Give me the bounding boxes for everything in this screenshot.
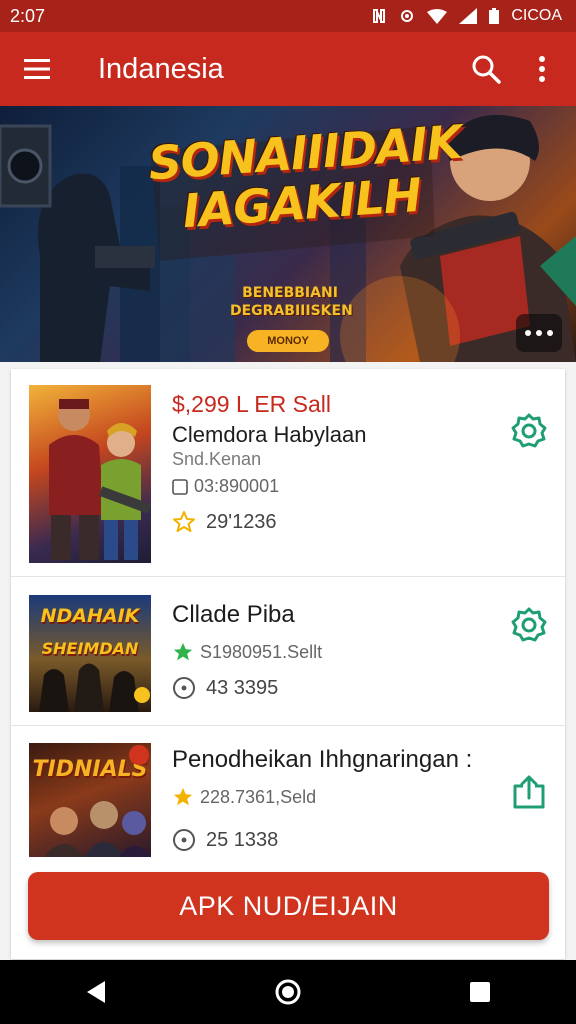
item-title: Cllade Piba: [172, 601, 295, 628]
item-meta-row: 43 3395: [172, 676, 278, 700]
recents-square-icon: [470, 982, 490, 1002]
menu-button[interactable]: [0, 32, 74, 106]
back-button[interactable]: [66, 962, 126, 1022]
settings-icon: [511, 413, 547, 448]
settings-button[interactable]: [509, 605, 549, 645]
home-circle-icon: [275, 979, 301, 1005]
list-item[interactable]: NDAHAIK SHEIMDAN Cllade Piba S1980951.Se…: [11, 577, 565, 726]
item-rating-value: 228.7361,Seld: [200, 786, 317, 807]
settings-icon: [511, 607, 547, 642]
vibrate-icon: [399, 8, 415, 24]
app-thumbnail: TIDNIALS: [29, 743, 151, 857]
share-button[interactable]: [509, 772, 549, 812]
banner-button[interactable]: MONOY: [247, 330, 329, 352]
banner-more-button[interactable]: [516, 314, 562, 352]
status-icons: CICOA: [371, 7, 562, 25]
settings-button[interactable]: [509, 411, 549, 451]
item-title: Clemdora Habylaan: [172, 422, 367, 447]
banner-subtitle: BENEBBIANI DEGRABIIISKEN: [230, 284, 353, 320]
search-icon: [472, 55, 501, 84]
item-price: $,299 L ER Sall: [172, 391, 331, 417]
status-right-text: CICOA: [511, 7, 562, 24]
app-title: Indanesia: [98, 52, 224, 85]
hero-banner[interactable]: SONAIIIDAIK IAGAKILH BENEBBIANI DEGRABII…: [0, 106, 576, 362]
item-rating-value: 29'1236: [206, 510, 277, 533]
banner-subtitle-line2: DEGRABIIISKEN: [230, 303, 353, 319]
checkbox-icon: [172, 478, 188, 495]
star-outline-icon: [173, 511, 195, 532]
share-icon: [513, 775, 545, 809]
nfc-icon: [371, 8, 387, 24]
home-button[interactable]: [258, 962, 318, 1022]
list-item[interactable]: $,299 L ER Sall Clemdora Habylaan Snd.Ke…: [11, 369, 565, 577]
item-subtitle: Snd.Kenan: [172, 449, 262, 469]
item-rating-value: S1980951.Sellt: [200, 641, 323, 662]
star-icon: [173, 787, 193, 806]
clock-icon: [173, 677, 195, 699]
thumbnail-artwork: [49, 399, 151, 560]
dot-icon: [547, 330, 553, 336]
app-thumbnail: [29, 385, 151, 563]
dot-icon: [536, 330, 542, 336]
banner-title: SONAIIIDAIK IAGAKILH: [147, 115, 463, 239]
star-icon: [173, 642, 193, 661]
signal-icon: [459, 8, 478, 24]
app-bar: Indanesia: [0, 32, 576, 106]
item-rating-row: 29'1236: [172, 510, 277, 534]
more-vert-icon: [539, 56, 545, 82]
more-options-button[interactable]: [514, 32, 570, 106]
item-meta-row: 25 1338: [172, 828, 278, 852]
item-meta-value: 03:890001: [194, 476, 280, 496]
status-bar: 2:07 CICOA: [0, 0, 576, 32]
item-title: Penodheikan Ihhgnaringan :: [172, 746, 473, 773]
recents-button[interactable]: [450, 962, 510, 1022]
app-thumbnail: NDAHAIK SHEIMDAN: [29, 595, 151, 712]
clock-icon: [173, 829, 195, 851]
dot-icon: [525, 330, 531, 336]
hamburger-menu-icon: [24, 59, 50, 79]
thumbnail-artwork: [39, 663, 150, 712]
primary-action-button[interactable]: APK NUD/EIJAIN: [28, 872, 549, 940]
item-meta-value: 25 1338: [206, 828, 279, 851]
item-rating-row: 228.7361,Seld: [172, 786, 316, 808]
thumbnail-artwork: [44, 745, 151, 857]
battery-icon: [489, 8, 500, 24]
app-list: $,299 L ER Sall Clemdora Habylaan Snd.Ke…: [11, 369, 565, 959]
system-nav-bar: [0, 960, 576, 1024]
item-meta-row: 03:890001: [172, 476, 279, 497]
banner-subtitle-line1: BENEBBIANI: [242, 285, 338, 301]
wifi-icon: [427, 8, 448, 24]
item-rating-row: S1980951.Sellt: [172, 641, 322, 663]
search-button[interactable]: [458, 32, 514, 106]
back-triangle-icon: [87, 981, 105, 1003]
status-time: 2:07: [10, 5, 46, 26]
item-meta-value: 43 3395: [206, 676, 279, 699]
